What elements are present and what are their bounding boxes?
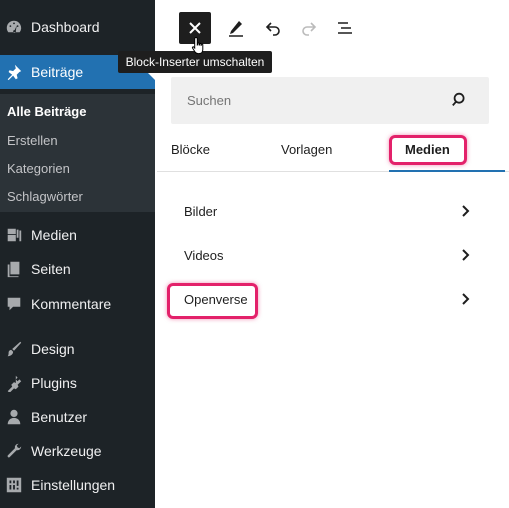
- menu-label-seiten: Seiten: [31, 261, 71, 277]
- brush-icon: [4, 339, 24, 359]
- submenu-item-schlagwoerter[interactable]: Schlagwörter: [7, 189, 83, 204]
- comments-icon: [4, 294, 24, 314]
- menu-label-design: Design: [31, 341, 75, 357]
- dashboard-icon: [4, 17, 24, 37]
- menu-label-benutzer: Benutzer: [31, 409, 88, 425]
- menu-item-kommentare[interactable]: Kommentare: [0, 287, 155, 321]
- menu-item-design[interactable]: Design: [0, 332, 155, 366]
- menu-label-kommentare: Kommentare: [31, 296, 112, 312]
- tools-button[interactable]: [220, 12, 252, 44]
- menu-item-benutzer[interactable]: Benutzer: [0, 400, 155, 434]
- chevron-right-icon: [462, 205, 470, 217]
- hand-cursor-icon: [191, 36, 204, 55]
- undo-icon: [265, 22, 280, 36]
- pages-icon: [4, 259, 24, 279]
- tab-bloecke[interactable]: Blöcke: [171, 142, 210, 157]
- category-label: Bilder: [184, 203, 218, 219]
- menu-label-einstellungen: Einstellungen: [31, 477, 116, 493]
- menu-item-dashboard[interactable]: Dashboard: [0, 10, 155, 44]
- search-icon: [452, 92, 465, 106]
- tab-vorlagen[interactable]: Vorlagen: [281, 142, 332, 157]
- search-input[interactable]: Suchen: [187, 93, 231, 108]
- submenu-item-kategorien[interactable]: Kategorien: [7, 161, 70, 176]
- undo-button[interactable]: [257, 12, 289, 44]
- plugins-icon: [4, 373, 24, 393]
- menu-item-einstellungen[interactable]: Einstellungen: [0, 468, 155, 502]
- menu-label-werkzeuge: Werkzeuge: [31, 443, 102, 459]
- openverse-highlight: [167, 283, 258, 319]
- admin-sidebar: Dashboard Beiträge Alle Beiträge Erstell…: [0, 0, 155, 508]
- submenu-item-erstellen[interactable]: Erstellen: [7, 133, 58, 148]
- media-category-videos[interactable]: Videos: [171, 240, 489, 270]
- wrench-icon: [4, 441, 24, 461]
- active-tab-indicator: [389, 170, 505, 172]
- menu-item-seiten[interactable]: Seiten: [0, 252, 155, 286]
- tab-medien-highlight: [389, 135, 467, 165]
- block-search[interactable]: Suchen: [171, 77, 489, 124]
- pin-icon: [4, 62, 24, 82]
- redo-icon: [302, 22, 317, 36]
- menu-label-plugins: Plugins: [31, 375, 77, 391]
- media-icon: [4, 225, 24, 245]
- pencil-icon: [229, 21, 243, 37]
- submenu-beitraege: Alle Beiträge Erstellen Kategorien Schla…: [0, 94, 155, 212]
- menu-item-plugins[interactable]: Plugins: [0, 366, 155, 400]
- menu-item-werkzeuge[interactable]: Werkzeuge: [0, 434, 155, 468]
- menu-label-medien: Medien: [31, 227, 77, 243]
- menu-item-medien[interactable]: Medien: [0, 218, 155, 252]
- category-label: Videos: [184, 247, 224, 263]
- editor-toolbar: [155, 0, 509, 58]
- settings-icon: [4, 475, 24, 495]
- users-icon: [4, 407, 24, 427]
- list-view-icon: [338, 22, 352, 34]
- chevron-right-icon: [462, 293, 470, 305]
- chevron-right-icon: [462, 249, 470, 261]
- close-icon: [189, 22, 201, 34]
- menu-label-dashboard: Dashboard: [31, 19, 100, 35]
- redo-button[interactable]: [293, 12, 325, 44]
- media-category-bilder[interactable]: Bilder: [171, 196, 489, 226]
- submenu-item-alle-beitraege[interactable]: Alle Beiträge: [7, 104, 86, 119]
- menu-label-beitraege: Beiträge: [31, 64, 84, 80]
- document-overview-button[interactable]: [329, 12, 361, 44]
